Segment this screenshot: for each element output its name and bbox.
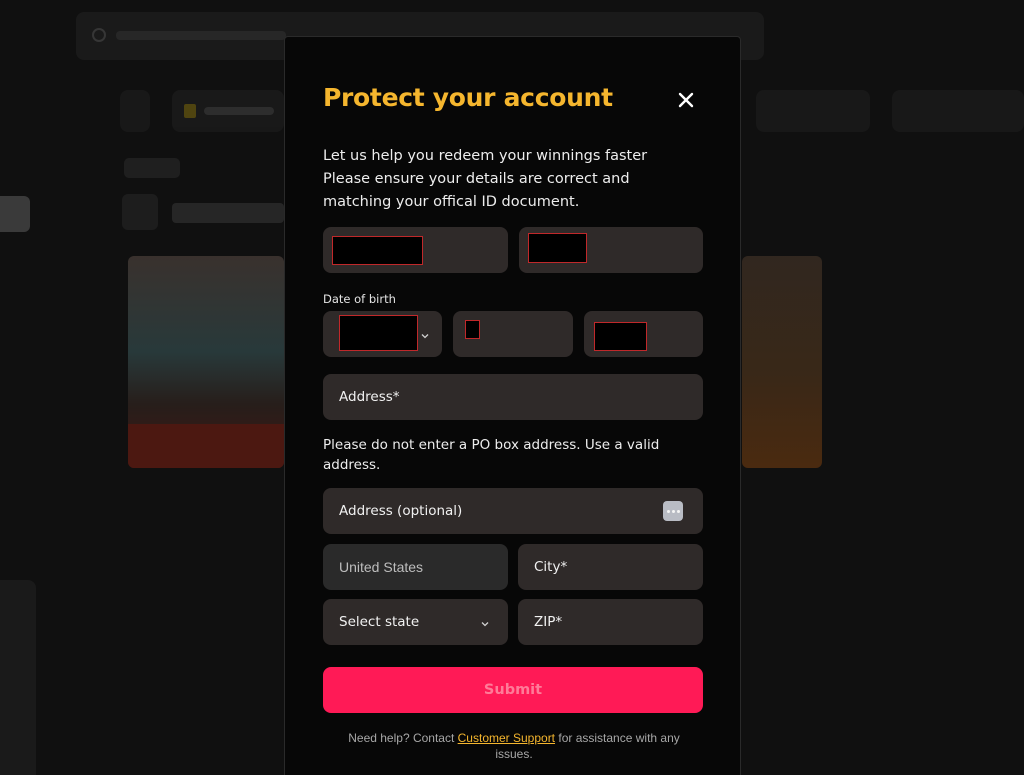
po-box-warning: Please do not enter a PO box address. Us…: [323, 437, 660, 473]
background-chip-right-1: [756, 90, 870, 132]
first-name-field[interactable]: [323, 227, 508, 273]
address-placeholder: Address*: [339, 389, 400, 405]
redacted-value: [528, 233, 587, 263]
background-breadcrumb: [124, 158, 180, 178]
background-heading: [172, 203, 284, 223]
background-game-card: [128, 256, 284, 468]
dob-month-select[interactable]: [323, 311, 442, 357]
verify-account-modal: Protect your account Let us help you red…: [284, 36, 741, 775]
customer-support-link[interactable]: Customer Support: [458, 731, 555, 745]
address2-field[interactable]: Address (optional): [323, 488, 703, 534]
city-placeholder: City*: [534, 559, 568, 575]
search-icon: [92, 28, 106, 42]
address-field[interactable]: Address*: [323, 374, 703, 420]
help-text: Need help? Contact Customer Support for …: [329, 730, 699, 762]
dob-year-field[interactable]: [584, 311, 703, 357]
background-sidebar-panel: [0, 580, 36, 775]
country-field: United States: [323, 544, 508, 590]
help-prefix: Need help? Contact: [348, 731, 458, 745]
intro-line: Please ensure your details are correct a…: [323, 171, 630, 187]
close-icon: [678, 92, 694, 108]
state-select[interactable]: Select state: [323, 599, 508, 645]
modal-title: Protect your account: [323, 83, 613, 112]
background-menu-chip: [120, 90, 150, 132]
last-name-field[interactable]: [519, 227, 703, 273]
city-field[interactable]: City*: [518, 544, 703, 590]
dob-day-field[interactable]: [453, 311, 573, 357]
background-sidebar-item: [0, 196, 30, 232]
intro-line: Let us help you redeem your winnings fas…: [323, 148, 648, 164]
intro-line: matching your offical ID document.: [323, 194, 580, 210]
intro-text: Let us help you redeem your winnings fas…: [323, 145, 703, 214]
redacted-value: [339, 315, 418, 351]
country-value: United States: [339, 559, 424, 575]
submit-button[interactable]: Submit: [323, 667, 703, 713]
background-back-button: [122, 194, 158, 230]
background-chip-right-2: [892, 90, 1024, 132]
zip-field[interactable]: ZIP*: [518, 599, 703, 645]
chevron-down-icon: [480, 617, 490, 627]
redacted-value: [465, 320, 480, 339]
zip-placeholder: ZIP*: [534, 614, 563, 630]
redacted-value: [594, 322, 647, 351]
redacted-value: [332, 236, 423, 265]
state-placeholder: Select state: [339, 614, 420, 630]
background-category-chip: [172, 90, 284, 132]
background-game-card: [742, 256, 822, 468]
close-button[interactable]: [675, 89, 697, 111]
dob-label: Date of birth: [323, 292, 396, 306]
chevron-down-icon: [420, 329, 430, 339]
more-dots-icon[interactable]: [663, 501, 683, 521]
address2-placeholder: Address (optional): [339, 503, 463, 519]
